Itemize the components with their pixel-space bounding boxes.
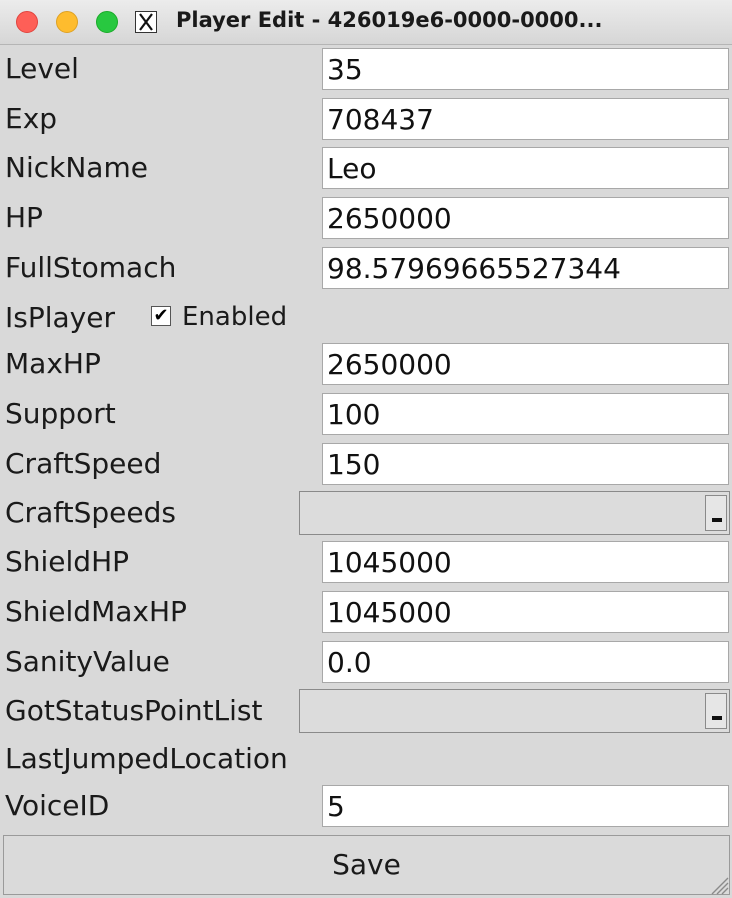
isplayer-label: IsPlayer xyxy=(5,301,115,334)
shieldhp-label: ShieldHP xyxy=(5,545,130,578)
fullstomach-field[interactable] xyxy=(322,247,729,289)
maxhp-field[interactable] xyxy=(322,343,729,385)
maxhp-label: MaxHP xyxy=(5,347,101,380)
craftspeeds-dropdown[interactable] xyxy=(299,491,730,535)
isplayer-checkbox[interactable]: ✔ xyxy=(151,306,171,326)
craftspeed-label: CraftSpeed xyxy=(5,447,162,480)
nickname-label: NickName xyxy=(5,151,148,184)
window-title: Player Edit - 426019e6-0000-0000... xyxy=(176,8,603,32)
shieldmaxhp-field[interactable] xyxy=(322,591,729,633)
hp-label: HP xyxy=(5,201,43,234)
sanityvalue-label: SanityValue xyxy=(5,645,170,678)
craftspeed-field[interactable] xyxy=(322,443,729,485)
exp-field[interactable] xyxy=(322,98,729,140)
support-label: Support xyxy=(5,397,116,430)
maximize-button[interactable] xyxy=(96,11,118,33)
voiceid-field[interactable] xyxy=(322,785,729,827)
minimize-button[interactable] xyxy=(56,11,78,33)
shieldhp-field[interactable] xyxy=(322,541,729,583)
isplayer-checkbox-label[interactable]: Enabled xyxy=(182,302,287,332)
gotstatuspointlist-dropdown[interactable] xyxy=(299,689,730,733)
exp-label: Exp xyxy=(5,102,58,135)
chevron-down-icon[interactable] xyxy=(705,495,727,531)
lastjumpedlocation-label: LastJumpedLocation xyxy=(5,742,288,775)
shieldmaxhp-label: ShieldMaxHP xyxy=(5,595,187,628)
level-field[interactable] xyxy=(322,48,729,90)
x11-icon xyxy=(135,11,157,33)
sanityvalue-field[interactable] xyxy=(322,641,729,683)
nickname-field[interactable] xyxy=(322,147,729,189)
save-button[interactable]: Save xyxy=(3,835,730,895)
craftspeeds-label: CraftSpeeds xyxy=(5,496,176,529)
close-button[interactable] xyxy=(16,11,38,33)
hp-field[interactable] xyxy=(322,197,729,239)
fullstomach-label: FullStomach xyxy=(5,251,177,284)
resize-grip-icon[interactable] xyxy=(706,872,730,896)
voiceid-label: VoiceID xyxy=(5,789,110,822)
gotstatuspointlist-label: GotStatusPointList xyxy=(5,694,263,727)
chevron-down-icon[interactable] xyxy=(705,693,727,729)
level-label: Level xyxy=(5,52,79,85)
player-edit-window: Player Edit - 426019e6-0000-0000... Leve… xyxy=(0,0,732,898)
support-field[interactable] xyxy=(322,393,729,435)
title-bar[interactable]: Player Edit - 426019e6-0000-0000... xyxy=(0,0,732,45)
